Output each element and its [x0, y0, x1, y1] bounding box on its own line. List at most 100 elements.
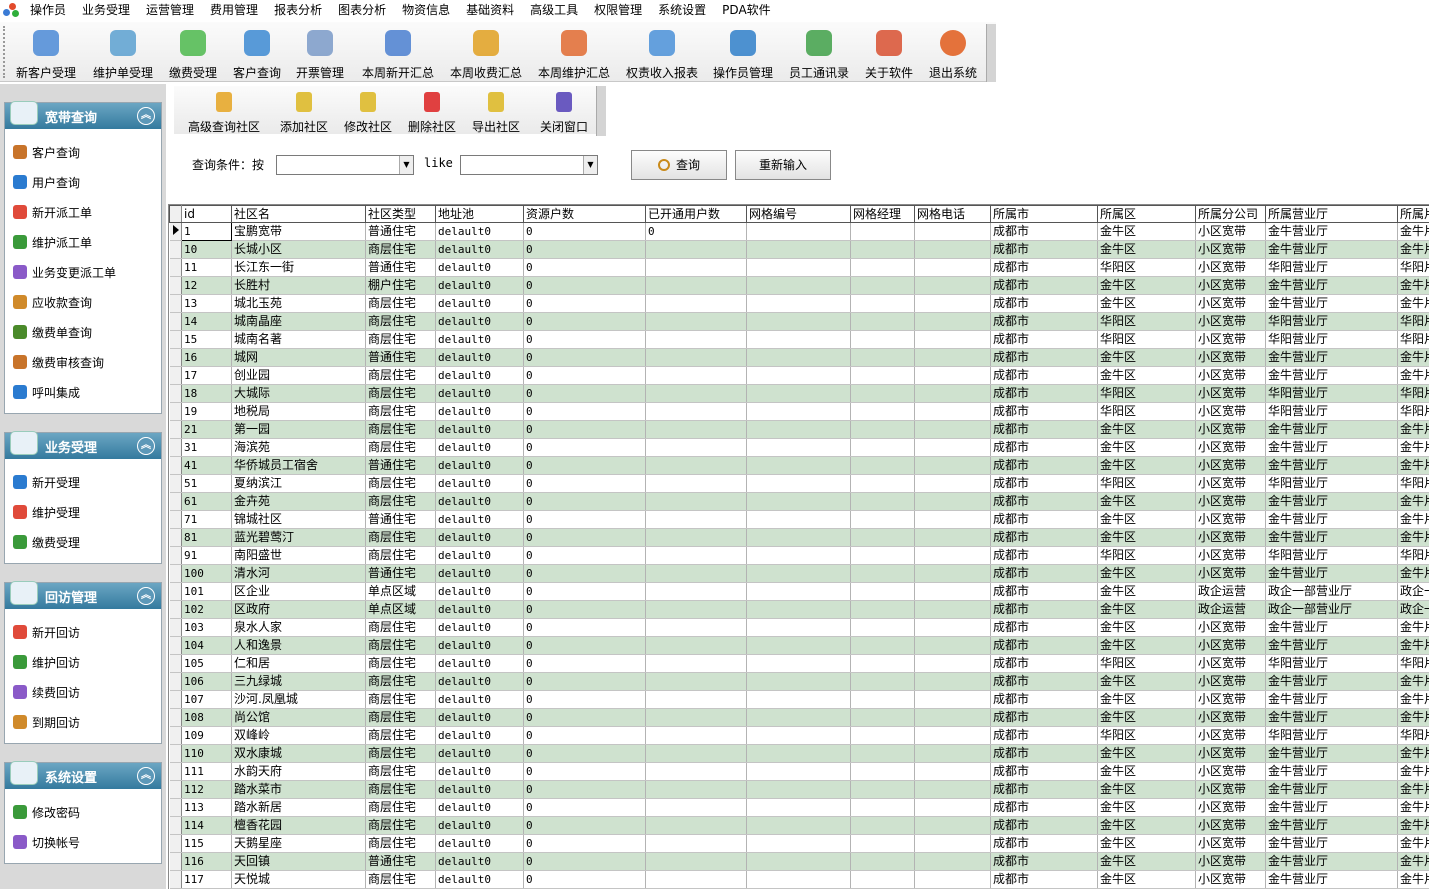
table-cell[interactable]: 0: [523, 384, 646, 403]
table-cell[interactable]: [914, 816, 991, 835]
toolbar-button-12[interactable]: 退出系统: [926, 24, 980, 80]
table-cell[interactable]: 金牛区: [1097, 438, 1196, 457]
table-cell[interactable]: 金牛区: [1097, 780, 1196, 799]
table-cell[interactable]: 商层住宅: [365, 870, 436, 889]
table-cell[interactable]: 金牛区: [1097, 618, 1196, 637]
table-cell[interactable]: 普通住宅: [365, 510, 436, 529]
table-cell[interactable]: 金牛营业厅: [1265, 690, 1398, 709]
table-cell[interactable]: 21: [181, 420, 232, 439]
table-cell[interactable]: 金牛区: [1097, 492, 1196, 511]
menu-item-3[interactable]: 费用管理: [202, 0, 266, 20]
table-cell[interactable]: 金牛片: [1397, 438, 1429, 457]
toolbar-button-8[interactable]: 权责收入报表: [622, 24, 702, 80]
table-cell[interactable]: [914, 276, 991, 295]
table-cell[interactable]: 华阳区: [1097, 312, 1196, 331]
table-cell[interactable]: 成都市: [990, 384, 1098, 403]
table-cell[interactable]: 华阳片: [1397, 330, 1429, 349]
row-selector[interactable]: [169, 384, 182, 403]
table-cell[interactable]: 金牛区: [1097, 420, 1196, 439]
table-cell[interactable]: 0: [523, 636, 646, 655]
panel-header[interactable]: 宽带查询 ︽: [5, 101, 161, 129]
row-selector[interactable]: [169, 456, 182, 475]
table-cell[interactable]: 商层住宅: [365, 330, 436, 349]
table-cell[interactable]: 金牛片: [1397, 798, 1429, 817]
table-cell[interactable]: [746, 510, 851, 529]
table-cell[interactable]: 金牛营业厅: [1265, 762, 1398, 781]
table-row[interactable]: 19地税局商层住宅delault00 成都市华阳区小区宽带华阳营业厅华阳片: [169, 402, 1429, 421]
table-cell[interactable]: [914, 492, 991, 511]
table-cell[interactable]: delault0: [435, 708, 524, 727]
table-row[interactable]: 110双水康城商层住宅delault00 成都市金牛区小区宽带金牛营业厅金牛片: [169, 744, 1429, 763]
table-cell[interactable]: [645, 528, 747, 547]
table-row[interactable]: 81蓝光碧莺汀商层住宅delault00 成都市金牛区小区宽带金牛营业厅金牛片: [169, 528, 1429, 547]
table-cell[interactable]: delault0: [435, 276, 524, 295]
table-cell[interactable]: [645, 240, 747, 259]
table-cell[interactable]: 成都市: [990, 402, 1098, 421]
table-cell[interactable]: 金牛营业厅: [1265, 672, 1398, 691]
table-cell[interactable]: 113: [181, 798, 232, 817]
table-cell[interactable]: 小区宽带: [1195, 870, 1266, 889]
table-cell[interactable]: 成都市: [990, 474, 1098, 493]
table-cell[interactable]: [746, 492, 851, 511]
table-row[interactable]: 106三九绿城商层住宅delault00 成都市金牛区小区宽带金牛营业厅金牛片: [169, 672, 1429, 691]
table-cell[interactable]: 小区宽带: [1195, 438, 1266, 457]
table-cell[interactable]: delault0: [435, 816, 524, 835]
table-cell[interactable]: 金牛片: [1397, 852, 1429, 871]
table-cell[interactable]: 金牛片: [1397, 528, 1429, 547]
table-cell[interactable]: 仁和居: [231, 654, 366, 673]
table-cell[interactable]: [914, 834, 991, 853]
table-cell[interactable]: [645, 564, 747, 583]
table-cell[interactable]: 成都市: [990, 294, 1098, 313]
table-cell[interactable]: [850, 672, 915, 691]
table-cell[interactable]: [645, 618, 747, 637]
table-cell[interactable]: 金牛片: [1397, 708, 1429, 727]
table-cell[interactable]: 小区宽带: [1195, 798, 1266, 817]
table-cell[interactable]: 金牛片: [1397, 834, 1429, 853]
table-cell[interactable]: 12: [181, 276, 232, 295]
table-cell[interactable]: 0: [523, 798, 646, 817]
table-cell[interactable]: 商层住宅: [365, 384, 436, 403]
nav-item[interactable]: 呼叫集成: [5, 377, 161, 407]
table-cell[interactable]: [746, 654, 851, 673]
table-cell[interactable]: 成都市: [990, 834, 1098, 853]
table-cell[interactable]: 成都市: [990, 672, 1098, 691]
table-cell[interactable]: [645, 654, 747, 673]
table-cell[interactable]: [914, 780, 991, 799]
table-cell[interactable]: 商层住宅: [365, 294, 436, 313]
table-cell[interactable]: [746, 690, 851, 709]
table-cell[interactable]: 小区宽带: [1195, 816, 1266, 835]
row-selector[interactable]: [169, 564, 182, 583]
table-cell[interactable]: 0: [523, 510, 646, 529]
column-header[interactable]: 所属区: [1097, 205, 1196, 223]
table-cell[interactable]: 小区宽带: [1195, 852, 1266, 871]
table-row[interactable]: 113踏水新居商层住宅delault00 成都市金牛区小区宽带金牛营业厅金牛片: [169, 798, 1429, 817]
table-cell[interactable]: 117: [181, 870, 232, 889]
table-cell[interactable]: 小区宽带: [1195, 744, 1266, 763]
table-cell[interactable]: [746, 528, 851, 547]
table-cell[interactable]: [850, 816, 915, 835]
table-row[interactable]: 103泉水人家商层住宅delault00 成都市金牛区小区宽带金牛营业厅金牛片: [169, 618, 1429, 637]
table-cell[interactable]: 华阳营业厅: [1265, 384, 1398, 403]
table-cell[interactable]: 106: [181, 672, 232, 691]
table-cell[interactable]: 成都市: [990, 258, 1098, 277]
nav-item[interactable]: 新开受理: [5, 467, 161, 497]
table-cell[interactable]: 金牛片: [1397, 780, 1429, 799]
menu-item-10[interactable]: 系统设置: [650, 0, 714, 20]
table-cell[interactable]: [914, 438, 991, 457]
table-row[interactable]: 1宝鹏宽带普通住宅delault000成都市金牛区小区宽带金牛营业厅金牛片: [169, 222, 1429, 241]
table-row[interactable]: 31海滨苑商层住宅delault00 成都市金牛区小区宽带金牛营业厅金牛片: [169, 438, 1429, 457]
table-cell[interactable]: [645, 546, 747, 565]
collapse-chevron-icon[interactable]: ︽: [137, 767, 155, 785]
table-cell[interactable]: [914, 330, 991, 349]
table-cell[interactable]: [850, 294, 915, 313]
table-cell[interactable]: 成都市: [990, 654, 1098, 673]
table-cell[interactable]: 小区宽带: [1195, 492, 1266, 511]
table-cell[interactable]: 51: [181, 474, 232, 493]
table-cell[interactable]: 华阳片: [1397, 402, 1429, 421]
table-cell[interactable]: [850, 402, 915, 421]
table-cell[interactable]: delault0: [435, 600, 524, 619]
table-cell[interactable]: 0: [523, 564, 646, 583]
table-row[interactable]: 51夏纳滨江商层住宅delault00 成都市华阳区小区宽带华阳营业厅华阳片: [169, 474, 1429, 493]
table-cell[interactable]: [645, 294, 747, 313]
dropdown-arrow-icon[interactable]: ▼: [583, 156, 597, 174]
